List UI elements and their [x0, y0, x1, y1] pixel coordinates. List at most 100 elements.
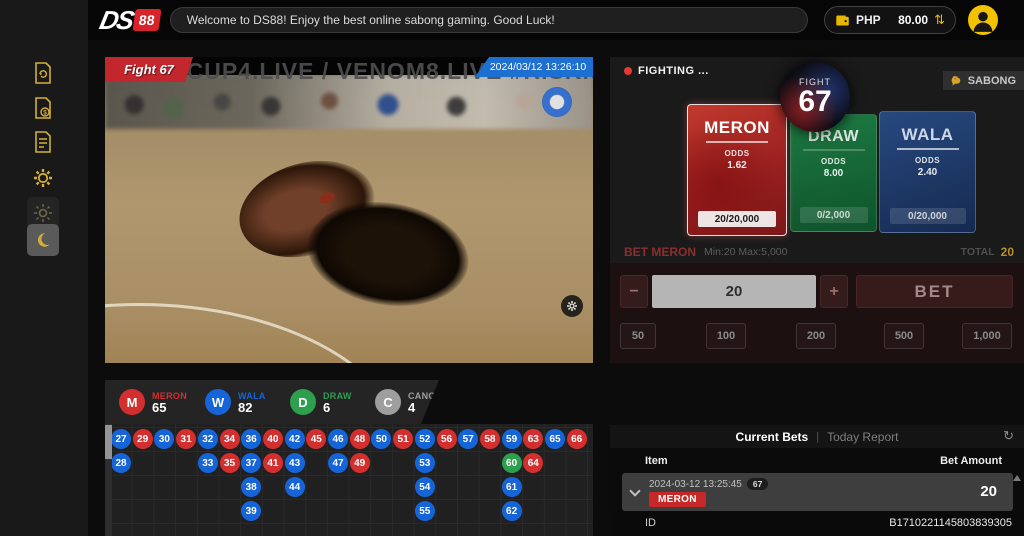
fight-status-text: FIGHTING ... [638, 65, 709, 77]
arena-wall-logo [542, 87, 572, 117]
fight-status: FIGHTING ... [624, 65, 709, 77]
bet-info-bar: BET MERON Min:20 Max:5,000 TOTAL 20 [624, 245, 1014, 259]
trend-cell: 59 [502, 429, 522, 449]
sun-icon [33, 203, 53, 223]
trend-grid: 2728293031323334353637383940414243444546… [105, 424, 593, 536]
bet-id-value: B1710221145803839305 [889, 517, 1012, 529]
trend-cell: 51 [393, 429, 413, 449]
odds-value: 1.62 [727, 160, 746, 171]
trend-cell: 34 [220, 429, 240, 449]
card-divider [897, 148, 959, 150]
bet-card-draw[interactable]: DRAW ODDS 8.00 0/2,000 [790, 114, 877, 232]
quick-amount-500[interactable]: 500 [884, 323, 924, 349]
stat-value: 82 [238, 401, 266, 414]
trend-cell: 63 [523, 429, 543, 449]
sidebar-item-dark-mode[interactable] [27, 224, 59, 256]
card-title: WALA [901, 125, 953, 145]
trend-cell: 66 [567, 429, 587, 449]
trend-cell: 47 [328, 453, 348, 473]
current-bets-panel: Current Bets | Today Report ↻ Item Bet A… [610, 425, 1024, 536]
card-divider [803, 149, 865, 151]
bet-side-label: BET MERON [624, 245, 696, 259]
result-stats-bar: MMERON65WWALA82DDRAW6CCANCEL4 [105, 380, 439, 424]
rooster-icon [950, 74, 963, 87]
stat-label: CANCEL [408, 391, 447, 401]
sidebar-item-settings[interactable] [27, 162, 59, 194]
bet-card-wala[interactable]: WALA ODDS 2.40 0/20,000 [879, 111, 976, 233]
stat-label: WALA [238, 391, 266, 401]
welcome-marquee: Welcome to DS88! Enjoy the best online s… [170, 7, 808, 33]
bet-card-meron[interactable]: MERON ODDS 1.62 20/20,000 [687, 104, 787, 236]
bet-id-row: ID B1710221145803839305 [610, 511, 1024, 536]
trend-cell: 45 [306, 429, 326, 449]
trend-cell: 31 [176, 429, 196, 449]
stat-circle-icon: D [290, 389, 316, 415]
trend-cell: 60 [502, 453, 522, 473]
sidebar-item-rules[interactable] [27, 126, 59, 158]
bet-submit-button[interactable]: BET [856, 275, 1013, 308]
trend-cell: 28 [111, 453, 131, 473]
currency-code: PHP [856, 13, 881, 27]
logo-88-text: 88 [133, 9, 162, 31]
chevron-down-icon[interactable] [629, 485, 640, 496]
bet-amount-input[interactable]: 20 [652, 275, 816, 308]
bet-row[interactable]: 2024-03-12 13:25:45 67 MERON 20 [622, 473, 1013, 511]
quick-amount-200[interactable]: 200 [796, 323, 836, 349]
stat-label: DRAW [323, 391, 352, 401]
bet-plus-button[interactable]: + [820, 275, 848, 308]
quick-amount-1000[interactable]: 1,000 [962, 323, 1012, 349]
column-header-bet-amount: Bet Amount [940, 455, 1002, 467]
trend-scrollbar-thumb[interactable] [105, 425, 112, 459]
bet-fight-badge: 67 [747, 478, 768, 490]
video-scene [105, 75, 593, 363]
bet-total-label: TOTAL [961, 246, 995, 258]
trend-cell: 62 [502, 501, 522, 521]
stat-circle-icon: C [375, 389, 401, 415]
history-document-icon [32, 61, 54, 85]
sidebar-item-game-history[interactable] [27, 57, 59, 89]
provider-label: SABONG [968, 75, 1016, 87]
trend-cell: 56 [437, 429, 457, 449]
stat-circle-icon: W [205, 389, 231, 415]
tab-today-report[interactable]: Today Report [827, 430, 898, 444]
tab-current-bets[interactable]: Current Bets [736, 430, 809, 444]
trend-cell: 44 [285, 477, 305, 497]
trend-cell: 54 [415, 477, 435, 497]
trend-cell: 29 [133, 429, 153, 449]
bets-refresh-icon[interactable]: ↻ [1003, 428, 1014, 444]
trend-scrollbar[interactable] [105, 424, 112, 536]
bet-minus-button[interactable]: − [620, 275, 648, 308]
ds88-logo[interactable]: DS 88 [100, 5, 160, 36]
stat-value: 4 [408, 401, 447, 414]
trend-cell: 40 [263, 429, 283, 449]
avatar[interactable] [968, 5, 998, 35]
fight-circle-number: 67 [798, 87, 831, 117]
sidebar-item-bet-records[interactable]: $ [27, 92, 59, 124]
balance-pill[interactable]: PHP 80.00 ⇅ [824, 6, 956, 34]
quick-amount-100[interactable]: 100 [706, 323, 746, 349]
card-divider [706, 141, 768, 143]
betting-panel: FIGHTING ... SABONG FIGHT 67 MERON ODDS … [610, 57, 1024, 363]
trend-cell: 30 [154, 429, 174, 449]
bet-limits: Min:20 Max:5,000 [704, 246, 787, 258]
quick-amount-50[interactable]: 50 [620, 323, 656, 349]
stat-draw: DDRAW6 [290, 389, 353, 415]
trend-cell: 64 [523, 453, 543, 473]
trend-cell: 48 [350, 429, 370, 449]
column-header-item: Item [645, 455, 668, 467]
trend-cell: 49 [350, 453, 370, 473]
trend-cell: 37 [241, 453, 261, 473]
bet-row-time: 2024-03-12 13:25:45 67 [649, 478, 768, 490]
svg-text:$: $ [43, 110, 47, 117]
card-total: 20/20,000 [698, 211, 776, 227]
trend-cell: 27 [111, 429, 131, 449]
stat-value: 65 [152, 401, 187, 414]
video-settings-button[interactable] [561, 295, 583, 317]
trend-cell: 52 [415, 429, 435, 449]
logo-ds-text: DS [97, 5, 136, 36]
balance-refresh-icon[interactable]: ⇅ [934, 12, 945, 28]
trend-cell: 58 [480, 429, 500, 449]
trend-cell: 50 [371, 429, 391, 449]
scroll-up-arrow-icon[interactable] [1013, 475, 1021, 481]
balance-value: 80.00 [898, 13, 928, 27]
